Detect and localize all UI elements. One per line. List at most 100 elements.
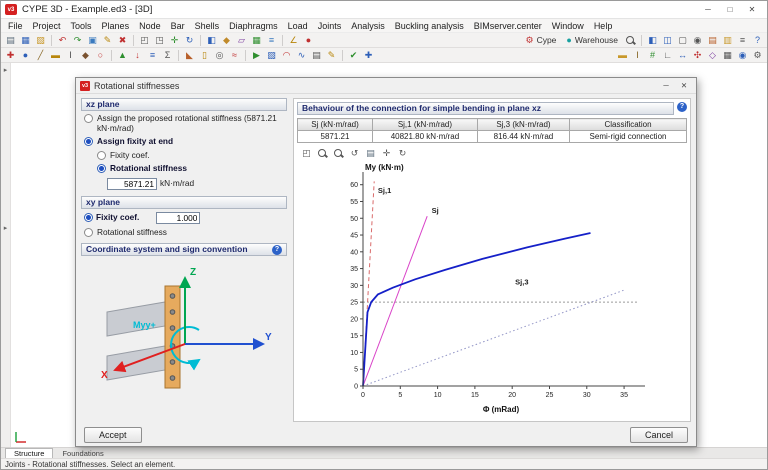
layers-icon[interactable]: ≡ <box>265 34 278 47</box>
check-bars-icon[interactable]: ✔ <box>347 49 360 62</box>
search-icon[interactable] <box>625 35 636 46</box>
option-assign-fixity[interactable]: Assign fixity at end <box>84 136 284 147</box>
dialog-minimize-button[interactable]: ─ <box>658 79 674 92</box>
radio-xz-rotational-stiffness[interactable] <box>97 164 106 173</box>
supports-icon[interactable]: ▲ <box>116 49 129 62</box>
views-icon[interactable]: ◧ <box>205 34 218 47</box>
pan-icon[interactable]: ✛ <box>168 34 181 47</box>
menu-analysis[interactable]: Analysis <box>346 19 390 33</box>
view-3d-icon[interactable]: ◆ <box>220 34 233 47</box>
option-xy-fixity-coef[interactable]: Fixity coef. <box>84 211 284 224</box>
zoom-window-icon[interactable]: ◰ <box>138 34 151 47</box>
load-cases-icon[interactable]: ≡ <box>146 49 159 62</box>
options-icon[interactable]: ⚙ <box>751 49 764 62</box>
radio-xy-rotational-stiffness[interactable] <box>84 227 93 237</box>
measure-icon[interactable]: ∠ <box>287 34 300 47</box>
redo-icon[interactable]: ↷ <box>71 34 84 47</box>
cancel-button[interactable]: Cancel <box>629 427 688 443</box>
beam-sections-icon[interactable]: ▬ <box>616 49 629 62</box>
menu-bar[interactable]: Bar <box>166 19 190 33</box>
zoom-in-icon[interactable] <box>333 148 344 159</box>
full-screen-icon[interactable]: ▢ <box>676 34 689 47</box>
coordinate-help-icon[interactable]: ? <box>272 244 282 255</box>
zoom-window-icon[interactable] <box>317 148 328 159</box>
menu-project[interactable]: Project <box>28 19 66 33</box>
new-bar-icon[interactable]: ╱ <box>34 49 47 62</box>
open-icon[interactable]: ▧ <box>34 34 47 47</box>
save-icon[interactable]: ▦ <box>19 34 32 47</box>
option-xy-rotational-stiffness[interactable]: Rotational stiffness <box>84 227 284 238</box>
deformed-shape-icon[interactable]: ∿ <box>295 49 308 62</box>
menu-window[interactable]: Window <box>547 19 589 33</box>
option-xz-fixity-coef[interactable]: Fixity coef. <box>97 150 284 161</box>
describe-section-icon[interactable]: Ⅰ <box>64 49 77 62</box>
visibility-icon[interactable]: ◉ <box>736 49 749 62</box>
menu-diaphragms[interactable]: Diaphragms <box>224 19 283 33</box>
menu-node[interactable]: Node <box>134 19 166 33</box>
dimensions-icon[interactable]: ↔ <box>676 49 689 62</box>
zoom-extents-icon[interactable]: ◰ <box>300 147 313 160</box>
report-icon[interactable]: ▤ <box>706 34 719 47</box>
option-xz-rotational-stiffness[interactable]: Rotational stiffness <box>97 163 284 174</box>
print-chart-icon[interactable]: ▤ <box>364 147 377 160</box>
capture-icon[interactable]: ◉ <box>691 34 704 47</box>
combinations-icon[interactable]: Σ <box>161 49 174 62</box>
loads-icon[interactable]: ↓ <box>131 49 144 62</box>
close-button[interactable]: ✕ <box>741 2 763 18</box>
model-canvas[interactable]: v3 Rotational stiffnesses ─ ✕ xz plane A… <box>11 63 767 447</box>
radio-xy-fixity-coef[interactable] <box>84 213 93 222</box>
tab-structure[interactable]: Structure <box>5 448 54 458</box>
delete-icon[interactable]: ✖ <box>116 34 129 47</box>
maximize-button[interactable]: □ <box>719 2 741 18</box>
window-new-icon[interactable]: ◧ <box>646 34 659 47</box>
hinge-icon[interactable]: ○ <box>94 49 107 62</box>
minimize-button[interactable]: ─ <box>697 2 719 18</box>
reports-icon[interactable]: ▤ <box>310 49 323 62</box>
radio-assign-fixity[interactable] <box>84 137 93 146</box>
object-snap-icon[interactable]: ◇ <box>706 49 719 62</box>
joints-icon[interactable]: ◣ <box>183 49 196 62</box>
tab-foundations[interactable]: Foundations <box>53 448 112 458</box>
drawings-icon[interactable]: ✎ <box>325 49 338 62</box>
accept-button[interactable]: Accept <box>84 427 142 443</box>
background-icon[interactable]: ▦ <box>721 49 734 62</box>
menu-file[interactable]: File <box>3 19 28 33</box>
references-icon[interactable]: ✣ <box>691 49 704 62</box>
mark-icon[interactable]: ● <box>302 34 315 47</box>
pan-chart-icon[interactable]: ✛ <box>380 147 393 160</box>
new-node-icon[interactable]: ✚ <box>4 49 17 62</box>
radio-proposed-stiffness[interactable] <box>84 114 93 123</box>
edit-node-icon[interactable]: ● <box>19 49 32 62</box>
planes-icon[interactable]: ▱ <box>235 34 248 47</box>
project-panel-icon[interactable]: ▸ <box>4 66 8 74</box>
menu-buckling-analysis[interactable]: Buckling analysis <box>390 19 469 33</box>
results-icon[interactable]: ▧ <box>265 49 278 62</box>
radio-xz-fixity-coef[interactable] <box>97 150 106 160</box>
bolts-icon[interactable]: ◎ <box>213 49 226 62</box>
menu-help[interactable]: Help <box>589 19 618 33</box>
menu-joints[interactable]: Joints <box>313 19 347 33</box>
profile-library-icon[interactable]: Ⅰ <box>631 49 644 62</box>
warehouse-button[interactable]: ● Warehouse <box>561 34 623 47</box>
ortho-icon[interactable]: ∟ <box>661 49 674 62</box>
copy-icon[interactable]: ▣ <box>86 34 99 47</box>
welds-icon[interactable]: ≈ <box>228 49 241 62</box>
snap-grid-icon[interactable]: # <box>646 49 659 62</box>
print-icon[interactable]: ▤ <box>4 34 17 47</box>
help-icon[interactable]: ? <box>751 34 764 47</box>
analyse-icon[interactable]: ▶ <box>250 49 263 62</box>
check-joints-icon[interactable]: ✚ <box>362 49 375 62</box>
edit-bar-icon[interactable]: ▬ <box>49 49 62 62</box>
plates-icon[interactable]: ▯ <box>198 49 211 62</box>
menu-load[interactable]: Load <box>283 19 313 33</box>
redraw-icon[interactable]: ↻ <box>183 34 196 47</box>
menu-tools[interactable]: Tools <box>66 19 97 33</box>
window-tile-icon[interactable]: ◫ <box>661 34 674 47</box>
xz-rotational-stiffness-input[interactable] <box>107 177 157 190</box>
xy-fixity-coef-input[interactable] <box>156 211 201 224</box>
edit-icon[interactable]: ✎ <box>101 34 114 47</box>
menu-bimserver-center[interactable]: BIMserver.center <box>469 19 547 33</box>
option-proposed-stiffness[interactable]: Assign the proposed rotational stiffness… <box>84 113 284 133</box>
rigid-end-icon[interactable]: ◆ <box>79 49 92 62</box>
zoom-extents-icon[interactable]: ◳ <box>153 34 166 47</box>
